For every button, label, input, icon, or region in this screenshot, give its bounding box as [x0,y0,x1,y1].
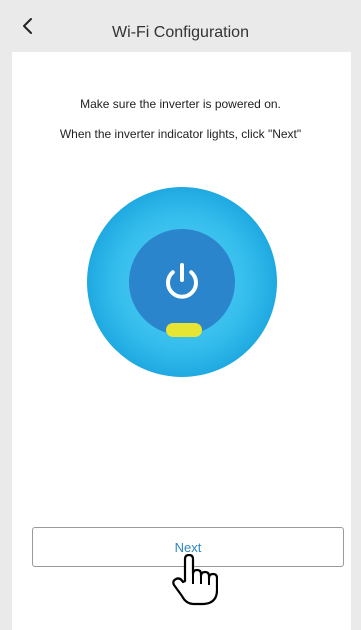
wifi-configuration-screen: Wi-Fi Configuration Make sure the invert… [0,0,361,630]
page-title: Wi-Fi Configuration [112,24,249,41]
header-bar: Wi-Fi Configuration [0,0,361,52]
next-button[interactable]: Next [32,527,344,567]
instruction-line-1: Make sure the inverter is powered on. [80,97,281,111]
indicator-light [166,323,202,337]
inverter-illustration [87,187,277,377]
next-button-label: Next [174,540,202,555]
instruction-line-2: When the inverter indicator lights, clic… [59,127,302,141]
